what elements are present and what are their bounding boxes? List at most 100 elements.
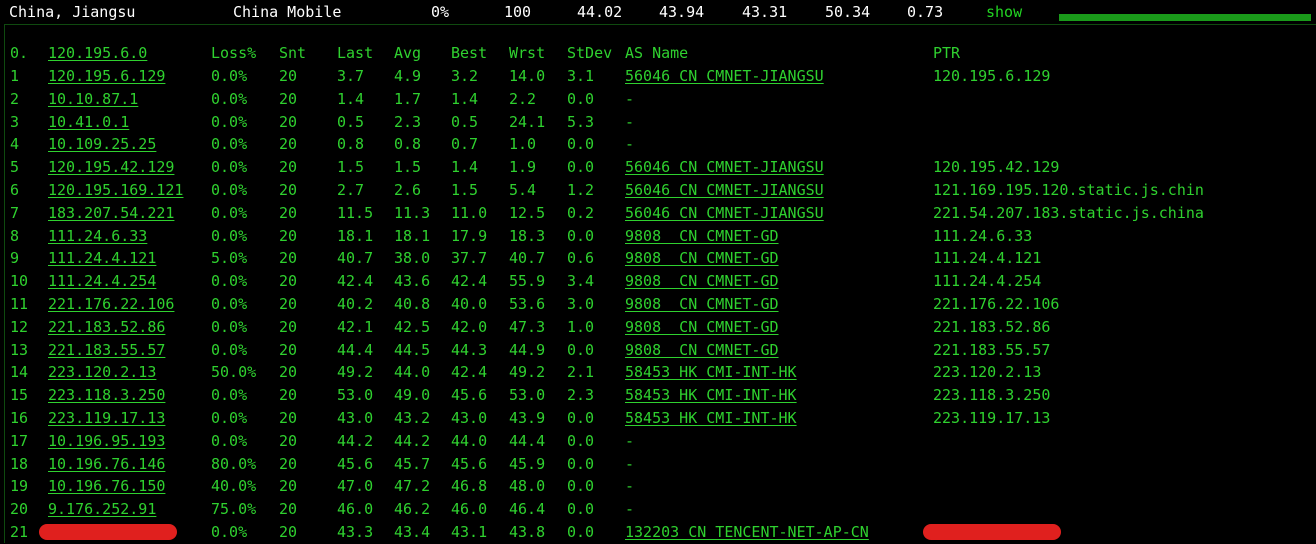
stdev-cell: 0.0 (567, 409, 595, 427)
stdev-cell: 2.3 (567, 386, 595, 405)
loss-cell: 0.0% (211, 67, 248, 85)
asname-link[interactable]: 9808 CN CMNET-GD (625, 247, 779, 270)
best-cell: 40.0 (451, 295, 488, 313)
snt-cell: 20 (279, 523, 298, 541)
stdev-cell: 1.2 (567, 181, 595, 199)
last-cell: 1.5 (337, 158, 365, 177)
avg-cell: 47.2 (394, 477, 431, 496)
host-link[interactable]: 120.195.6.129 (48, 65, 165, 88)
host-link[interactable]: 223.118.3.250 (48, 384, 165, 407)
table-row: 20 9.176.252.91 75.0% 20 46.0 46.2 46.0 46.4 0.0… (5, 498, 1316, 521)
ptr-cell: 221.54.207.183.static.js.china (933, 203, 1204, 222)
host-link[interactable]: 9.176.252.91 (48, 498, 156, 521)
hop-number: 8 (10, 226, 20, 245)
host-link[interactable]: 223.120.2.13 (48, 361, 156, 384)
asname-link[interactable]: 9808 CN CMNET-GD (625, 225, 779, 248)
hop-number: 7 (10, 203, 20, 222)
loss-cell: 50.0% (211, 363, 257, 382)
last-cell: 43.3 (337, 523, 374, 541)
avg-cell: 2.6 (394, 181, 422, 199)
col-best-header: Best (451, 44, 488, 62)
asname-link[interactable]: 9808 CN CMNET-GD (625, 316, 779, 339)
asname-link[interactable]: 56046 CN CMNET-JIANGSU (625, 202, 824, 225)
asname-link: - (625, 500, 635, 519)
snt-cell: 20 (279, 203, 298, 222)
host-link[interactable]: 120.195.169.121 (48, 179, 183, 202)
snt-cell: 20 (279, 477, 298, 496)
host-link[interactable]: 221.183.52.86 (48, 316, 165, 339)
stdev-cell: 5.3 (567, 112, 595, 131)
best-cell: 11.0 (451, 203, 488, 222)
host-link[interactable]: 111.24.4.121 (48, 247, 156, 270)
host-link[interactable]: 10.109.25.25 (48, 133, 156, 156)
loss-cell: 0.0% (211, 317, 248, 336)
hop-number: 21 (10, 523, 29, 541)
last-cell: 0.5 (337, 112, 365, 131)
host-link[interactable]: 10.10.87.1 (48, 88, 138, 111)
snt-cell: 20 (279, 249, 298, 268)
snt-cell: 20 (279, 340, 298, 359)
summary-header: China, Jiangsu China Mobile 0% 100 44.02… (0, 0, 1316, 24)
stdev-cell: 3.1 (567, 67, 595, 85)
snt-cell: 20 (279, 409, 298, 427)
wrst-cell: 45.9 (509, 454, 546, 473)
asname-link[interactable]: 56046 CN CMNET-JIANGSU (625, 156, 824, 179)
avg-cell: 1.5 (394, 158, 422, 177)
show-toggle-link[interactable]: show (986, 3, 1022, 21)
last-cell: 44.4 (337, 340, 374, 359)
host-link[interactable]: 221.183.55.57 (48, 339, 165, 362)
best-cell: 0.7 (451, 135, 479, 154)
host-link[interactable]: 111.24.6.33 (48, 225, 147, 248)
asname-link[interactable]: 58453 HK CMI-INT-HK (625, 407, 797, 430)
loss-cell: 0.0% (211, 386, 248, 405)
asname-link[interactable]: 56046 CN CMNET-JIANGSU (625, 179, 824, 202)
ptr-cell: 120.195.42.129 (933, 158, 1060, 177)
asname-link[interactable]: 9808 CN CMNET-GD (625, 293, 779, 316)
best-cell: 46.8 (451, 477, 488, 496)
last-cell: 3.7 (337, 67, 365, 85)
col-host-header[interactable]: 120.195.6.0 (48, 42, 147, 65)
avg-cell: 43.4 (394, 523, 431, 541)
ptr-cell: 221.183.52.86 (933, 317, 1051, 336)
asname-link[interactable]: 58453 HK CMI-INT-HK (625, 361, 797, 384)
stdev-cell: 0.0 (567, 340, 595, 359)
best-cell: 1.4 (451, 158, 479, 177)
last-cell: 2.7 (337, 181, 365, 199)
ptr-cell: 120.195.6.129 (933, 67, 1051, 85)
hop-number: 15 (10, 386, 29, 405)
asname-link[interactable]: 132203 CN TENCENT-NET-AP-CN (625, 521, 869, 544)
host-link[interactable]: 10.196.95.193 (48, 430, 165, 453)
table-row: 5 120.195.42.129 0.0% 20 1.5 1.5 1.4 1.9 0.0 5604… (5, 156, 1316, 179)
host-link[interactable]: 120.195.42.129 (48, 156, 174, 179)
host-link[interactable]: 221.176.22.106 (48, 293, 174, 316)
stdev-cell: 3.4 (567, 272, 595, 291)
table-row: 15 223.118.3.250 0.0% 20 53.0 49.0 45.6 53.0 2.3… (5, 384, 1316, 407)
hop-number: 13 (10, 340, 29, 359)
table-row: 10 111.24.4.254 0.0% 20 42.4 43.6 42.4 55.9 3.4 9… (5, 270, 1316, 293)
ptr-cell: 221.183.55.57 (933, 340, 1051, 359)
avg-cell: 42.5 (394, 317, 431, 336)
wrst-cell: 46.4 (509, 500, 546, 519)
last-cell: 49.2 (337, 363, 374, 382)
best-cell: 42.0 (451, 317, 488, 336)
host-link[interactable]: 10.196.76.150 (48, 475, 165, 498)
table-row: 4 10.109.25.25 0.0% 20 0.8 0.8 0.7 1.0 0.0 - (5, 133, 1316, 156)
snt-cell: 20 (279, 112, 298, 131)
host-link[interactable]: 10.196.76.146 (48, 453, 165, 476)
asname-link: - (625, 454, 635, 473)
table-row: 19 10.196.76.150 40.0% 20 47.0 47.2 46.8 48.0 0.… (5, 475, 1316, 498)
host-link[interactable]: 183.207.54.221 (48, 202, 174, 225)
asname-link[interactable]: 9808 CN CMNET-GD (625, 339, 779, 362)
loss-cell: 0.0% (211, 203, 248, 222)
avg-cell: 46.2 (394, 500, 431, 519)
host-link[interactable]: 10.41.0.1 (48, 111, 129, 134)
col-loss-header: Loss% (211, 44, 257, 62)
asname-link[interactable]: 58453 HK CMI-INT-HK (625, 384, 797, 407)
asname-link[interactable]: 56046 CN CMNET-JIANGSU (625, 65, 824, 88)
hop-number: 14 (10, 363, 29, 382)
host-link[interactable]: 111.24.4.254 (48, 270, 156, 293)
hop-number: 3 (10, 112, 20, 131)
host-link[interactable]: 223.119.17.13 (48, 407, 165, 430)
asname-link[interactable]: 9808 CN CMNET-GD (625, 270, 779, 293)
loss-cell: 0.0% (211, 226, 248, 245)
